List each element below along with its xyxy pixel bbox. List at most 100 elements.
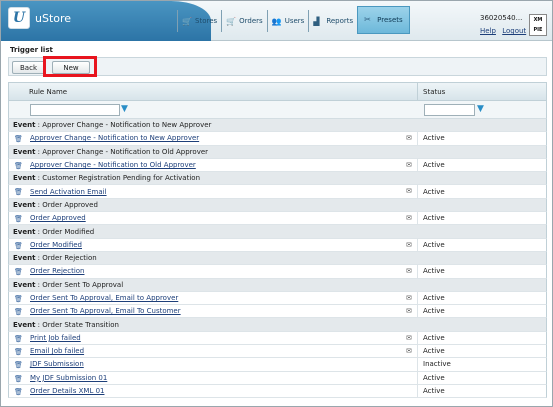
- event-group-row: Event : Approver Change - Notification t…: [8, 145, 547, 159]
- event-group-label: Event : Order State Transition: [13, 321, 119, 329]
- column-divider: [417, 371, 418, 384]
- rule-name-link[interactable]: Order Modified: [30, 241, 82, 249]
- status-cell: Active: [423, 267, 445, 276]
- trash-icon[interactable]: 🗑: [14, 242, 23, 250]
- rule-name-link[interactable]: Approver Change - Notification to Old Ap…: [30, 161, 196, 169]
- nav-presets[interactable]: ✂ Presets: [357, 5, 410, 34]
- trash-icon[interactable]: 🗑: [14, 162, 23, 170]
- event-group-label: Event : Order Approved: [13, 201, 98, 209]
- status-cell: Active: [423, 387, 445, 396]
- rule-name-link[interactable]: Order Sent To Approval, Email To Custome…: [30, 307, 181, 315]
- email-icon[interactable]: ✉: [406, 294, 412, 302]
- rule-name-filter-input[interactable]: [30, 104, 120, 116]
- column-divider: [417, 291, 418, 305]
- trash-icon[interactable]: 🗑: [14, 308, 23, 316]
- main-nav: 🛒 Stores 🛒 Orders 👥 Users ▟ Reports ✂ Pr…: [177, 5, 410, 34]
- nav-stores-label: Stores: [195, 17, 218, 25]
- table-row: 🗑 Order Approved ✉ Active: [8, 212, 547, 226]
- event-prefix: Event: [13, 280, 36, 289]
- event-name: Order Approved: [42, 200, 98, 209]
- email-icon[interactable]: ✉: [406, 334, 412, 342]
- nav-users[interactable]: 👥 Users: [266, 10, 309, 32]
- column-divider: [417, 265, 418, 278]
- event-prefix: Event: [13, 320, 36, 329]
- nav-orders-label: Orders: [239, 17, 263, 25]
- help-link[interactable]: Help: [480, 27, 496, 35]
- event-name: Order Rejection: [42, 254, 97, 263]
- event-prefix: Event: [13, 254, 36, 263]
- event-group-row: Event : Customer Registration Pending fo…: [8, 172, 547, 186]
- email-icon[interactable]: ✉: [406, 241, 412, 249]
- rule-name-link[interactable]: Send Activation Email: [30, 188, 107, 196]
- column-divider: [417, 158, 418, 172]
- column-divider: [417, 358, 418, 371]
- rule-name-link[interactable]: Print Job failed: [30, 334, 81, 342]
- column-divider: [417, 345, 418, 358]
- trash-icon[interactable]: 🗑: [14, 361, 23, 369]
- email-icon[interactable]: ✉: [406, 161, 412, 169]
- table-header: Rule Name Status: [8, 82, 547, 101]
- event-name: Order Modified: [42, 227, 95, 236]
- nav-reports[interactable]: ▟ Reports: [308, 10, 357, 32]
- trash-icon[interactable]: 🗑: [14, 335, 23, 343]
- nav-stores[interactable]: 🛒 Stores: [177, 10, 221, 32]
- table-row: 🗑 Order Modified ✉ Active: [8, 238, 547, 252]
- trash-icon[interactable]: 🗑: [14, 375, 23, 383]
- rule-name-link[interactable]: Order Approved: [30, 214, 86, 222]
- trash-icon[interactable]: 🗑: [14, 135, 23, 143]
- trash-icon[interactable]: 🗑: [14, 268, 23, 276]
- rule-name-link[interactable]: Approver Change - Notification to New Ap…: [30, 134, 199, 142]
- table-row: 🗑 Order Rejection ✉ Active: [8, 265, 547, 279]
- column-divider: [417, 384, 418, 398]
- rule-name-link[interactable]: Order Sent To Approval, Email to Approve…: [30, 294, 178, 302]
- status-cell: Active: [423, 214, 445, 223]
- chart-icon: ▟: [313, 16, 320, 26]
- ustore-logo-icon[interactable]: U: [8, 7, 30, 29]
- event-group-row: Event : Order Approved: [8, 198, 547, 213]
- status-filter-input[interactable]: [424, 104, 475, 116]
- xmpie-logo-line1: XM: [533, 17, 543, 23]
- event-group-label: Event : Customer Registration Pending fo…: [13, 174, 200, 182]
- email-icon[interactable]: ✉: [406, 134, 412, 142]
- column-header-status[interactable]: Status: [423, 88, 445, 96]
- email-icon[interactable]: ✉: [406, 347, 412, 355]
- back-button[interactable]: Back: [12, 61, 45, 74]
- column-divider: [417, 238, 418, 251]
- filter-icon[interactable]: ▼: [477, 104, 487, 114]
- table-body: Event : Approver Change - Notification t…: [8, 119, 547, 399]
- nav-orders[interactable]: 🛒 Orders: [221, 10, 267, 32]
- filter-icon[interactable]: ▼: [121, 104, 131, 114]
- table-row: 🗑 Send Activation Email ✉ Active: [8, 185, 547, 199]
- event-prefix: Event: [13, 147, 36, 156]
- table-row: 🗑 Order Sent To Approval, Email to Approv…: [8, 291, 547, 306]
- logout-link[interactable]: Logout: [502, 27, 526, 35]
- email-icon[interactable]: ✉: [406, 187, 412, 195]
- trash-icon[interactable]: 🗑: [14, 188, 23, 196]
- event-group-row: Event : Order Rejection: [8, 251, 547, 266]
- users-icon: 👥: [271, 16, 282, 26]
- rule-name-link[interactable]: My JDF Submission 01: [30, 374, 107, 382]
- column-header-rule-name[interactable]: Rule Name: [29, 88, 67, 96]
- rule-name-link[interactable]: Email Job failed: [30, 347, 84, 355]
- rule-name-link[interactable]: Order Rejection: [30, 267, 84, 275]
- trash-icon[interactable]: 🗑: [14, 295, 23, 303]
- rule-name-link[interactable]: JDF Submission: [30, 360, 84, 368]
- trash-icon[interactable]: 🗑: [14, 388, 23, 396]
- trash-icon[interactable]: 🗑: [14, 215, 23, 223]
- event-group-label: Event : Approver Change - Notification t…: [13, 148, 208, 156]
- trash-icon[interactable]: 🗑: [14, 348, 23, 356]
- app-window: U uStore 🛒 Stores 🛒 Orders 👥 Users ▟ Rep…: [0, 0, 553, 407]
- event-group-row: Event : Approver Change - Notification t…: [8, 119, 547, 133]
- email-icon[interactable]: ✉: [406, 267, 412, 275]
- status-cell: Active: [423, 294, 445, 302]
- event-group-label: Event : Order Sent To Approval: [13, 281, 123, 289]
- status-cell: Active: [423, 134, 445, 143]
- user-id: 36020540...: [480, 14, 523, 22]
- column-divider: [417, 212, 418, 225]
- event-prefix: Event: [13, 174, 36, 183]
- column-divider: [417, 305, 418, 318]
- email-icon[interactable]: ✉: [406, 214, 412, 222]
- event-name: Approver Change - Notification to New Ap…: [42, 121, 212, 130]
- email-icon[interactable]: ✉: [406, 307, 412, 315]
- rule-name-link[interactable]: Order Details XML 01: [30, 387, 104, 395]
